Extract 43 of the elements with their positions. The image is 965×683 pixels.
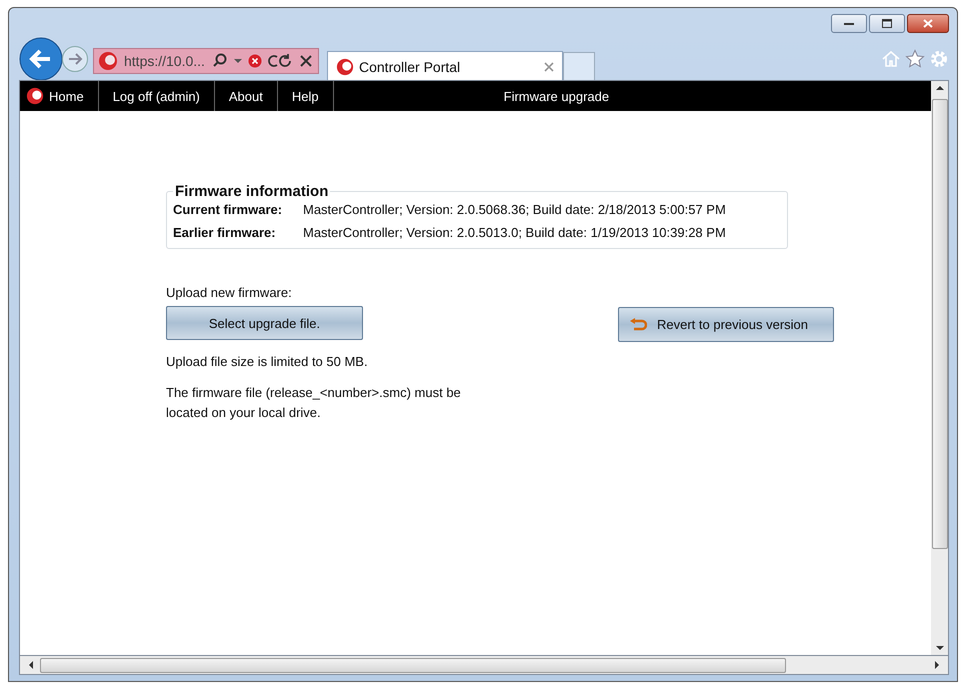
scroll-down-icon[interactable] [936,645,944,651]
error-icon [248,54,262,68]
compatibility-refresh-icon[interactable] [268,53,294,69]
site-logo-icon [98,51,118,71]
nav-link[interactable]: Log off (admin) [98,81,215,111]
search-icon[interactable] [212,53,228,69]
panel-title: Firmware information [174,183,330,200]
nav-link[interactable]: Help [278,81,334,111]
site-logo-icon [336,58,354,76]
caret-icon[interactable] [234,58,242,64]
close-icon [923,19,933,28]
back-button[interactable] [19,37,63,81]
note-text: Upload file size is limited to 50 MB. [166,354,369,369]
site-logo-icon [26,87,44,105]
note-text: The firmware file (release_<number>.smc) must be located on your local drive. [166,384,462,422]
stop-icon[interactable] [300,55,312,67]
horizontal-scrollbar[interactable] [19,656,949,675]
nav-link[interactable]: About [214,81,278,111]
close-button[interactable] [907,14,949,33]
vertical-scrollbar[interactable] [931,81,948,655]
field-value: MasterController; Version: 2.0.5013.0; Build date: 1/19/2013 10:39:28 PM [303,225,727,240]
new-tab-button[interactable] [563,52,595,82]
close-tab-icon[interactable] [544,62,554,72]
field-label: Current firmware: [173,202,284,217]
scroll-left-icon[interactable] [28,661,34,669]
page-title: Firmware upgrade [504,88,610,104]
address-bar[interactable]: https://10.0... [93,48,319,74]
scroll-right-icon[interactable] [934,661,940,669]
minimize-button[interactable] [831,14,867,33]
undo-icon [629,318,647,332]
field-label: Earlier firmware: [173,225,277,240]
maximize-icon [882,19,892,28]
scroll-up-icon[interactable] [936,85,944,91]
star-icon[interactable] [905,49,925,69]
upload-label: Upload new firmware: [166,285,293,300]
revert-button[interactable]: Revert to previous version [618,307,834,342]
minimize-icon [844,22,854,26]
select-file-button[interactable]: Select upgrade file. [166,306,363,340]
home-link[interactable]: Home [26,81,99,111]
browser-tab[interactable]: Controller Portal [327,51,563,81]
maximize-button[interactable] [869,14,905,33]
field-value: MasterController; Version: 2.0.5068.36; Build date: 2/18/2013 5:00:57 PM [303,202,727,217]
forward-button[interactable] [61,45,89,73]
